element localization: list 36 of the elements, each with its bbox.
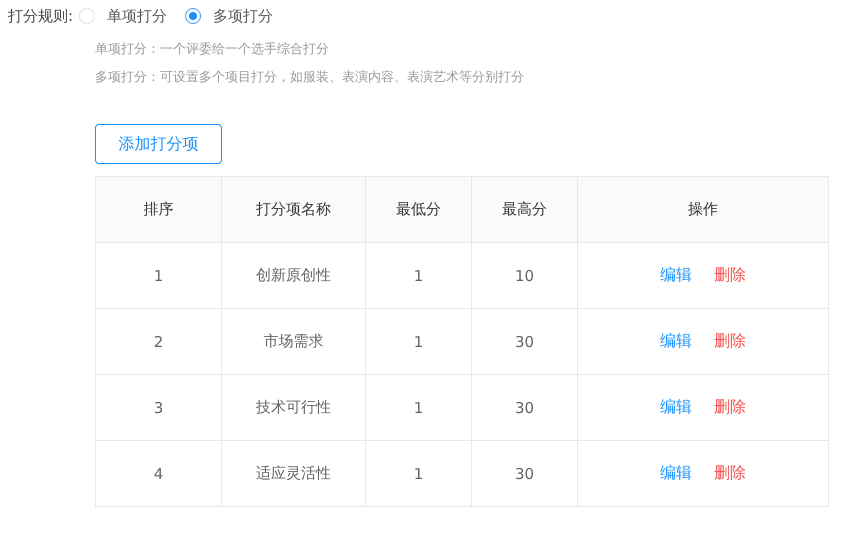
field-label: 打分规则: [8, 6, 74, 26]
hint-text: 单项打分：一个评委给一个选手综合打分 [95, 42, 330, 59]
table-cell: 4 [96, 440, 222, 506]
delete-link[interactable]: 删除 [714, 265, 746, 286]
column-header: 最高分 [472, 176, 578, 242]
radio-button[interactable] [185, 8, 202, 24]
table-cell: 30 [472, 440, 578, 506]
table-cell: 1 [366, 440, 472, 506]
column-header: 排序 [96, 176, 222, 242]
table-cell: 30 [472, 308, 578, 374]
delete-link[interactable]: 删除 [714, 397, 746, 418]
table-cell: 3 [96, 374, 222, 440]
edit-link[interactable]: 编辑 [660, 397, 692, 418]
delete-link[interactable]: 删除 [714, 331, 746, 352]
hint-text: 多项打分：可设置多个项目打分，如服装、表演内容、表演艺术等分别打分 [95, 70, 525, 87]
add-item-button[interactable]: 添加打分项 [95, 124, 222, 164]
table-cell: 30 [472, 374, 578, 440]
column-header: 操作 [578, 176, 828, 242]
table-cell: 1 [96, 242, 222, 308]
table-cell: 适应灵活性 [222, 440, 366, 506]
table-cell: 技术可行性 [222, 374, 366, 440]
delete-link[interactable]: 删除 [714, 463, 746, 484]
table-cell: 创新原创性 [222, 242, 366, 308]
table-cell: 1 [366, 308, 472, 374]
table-cell: 10 [472, 242, 578, 308]
edit-link[interactable]: 编辑 [660, 265, 692, 286]
table-cell: 1 [366, 374, 472, 440]
edit-link[interactable]: 编辑 [660, 463, 692, 484]
table-cell: 市场需求 [222, 308, 366, 374]
radio-label[interactable]: 多项打分 [213, 6, 274, 26]
column-header: 最低分 [366, 176, 472, 242]
column-header: 打分项名称 [222, 176, 366, 242]
radio-label[interactable]: 单项打分 [107, 6, 168, 26]
edit-link[interactable]: 编辑 [660, 331, 692, 352]
table-cell: 1 [366, 242, 472, 308]
table-cell: 2 [96, 308, 222, 374]
